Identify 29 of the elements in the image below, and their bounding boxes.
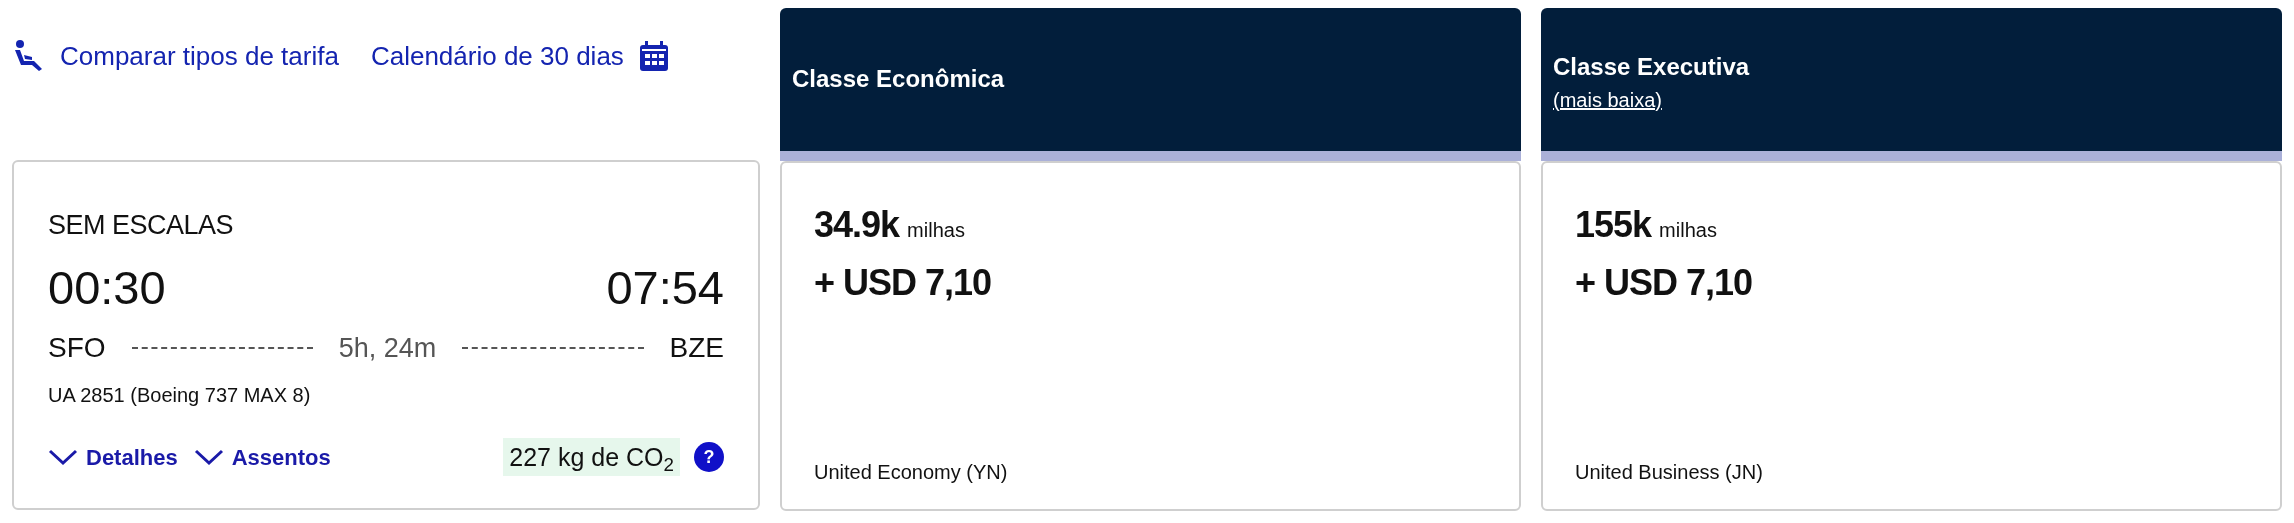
- miles-amount: 155k: [1575, 203, 1652, 247]
- miles-unit: milhas: [907, 218, 965, 243]
- fare-class-title: Classe Executiva: [1553, 52, 1751, 82]
- toolbar-link[interactable]: Comparar tipos de tarifa: [12, 36, 339, 76]
- flight-info: UA 2851 (Boeing 737 MAX 8): [48, 383, 312, 408]
- cash-price: + USD 7,10: [1575, 261, 1753, 305]
- lowest-fare-link[interactable]: (mais baixa): [1553, 86, 1662, 114]
- expand-toggle[interactable]: Assentos: [193, 440, 331, 474]
- fare-name: United Economy (YN): [814, 460, 1008, 485]
- arrival-time: 07:54: [606, 260, 724, 316]
- fare-card[interactable]: 155k milhas + USD 7,10 United Business (JN): [1541, 161, 2282, 511]
- emissions-label: 227 kg de CO$_{2}$: [503, 438, 680, 476]
- fare-class-title: Classe Econômica: [792, 64, 1006, 94]
- stops-label: SEM ESCALAS: [48, 209, 235, 242]
- chevron-icon: [193, 448, 224, 466]
- destination-code: BZE: [669, 331, 724, 365]
- departure-time: 00:30: [48, 260, 166, 316]
- expand-toggle[interactable]: Detalhes: [48, 440, 178, 474]
- cash-price: + USD 7,10: [814, 261, 992, 305]
- fare-name: United Business (JN): [1575, 460, 1763, 485]
- help-button[interactable]: ?: [694, 442, 724, 472]
- chevron-icon: [48, 448, 78, 466]
- calendar-icon: [637, 40, 670, 72]
- origin-code: SFO: [48, 331, 106, 365]
- miles-amount: 34.9k: [814, 203, 900, 247]
- miles-unit: milhas: [1659, 218, 1717, 243]
- duration-label: 5h, 24m: [338, 332, 437, 365]
- toolbar-link[interactable]: Calendário de 30 dias: [370, 36, 670, 76]
- fare-card[interactable]: 34.9k milhas + USD 7,10 United Economy (YN): [780, 161, 1521, 511]
